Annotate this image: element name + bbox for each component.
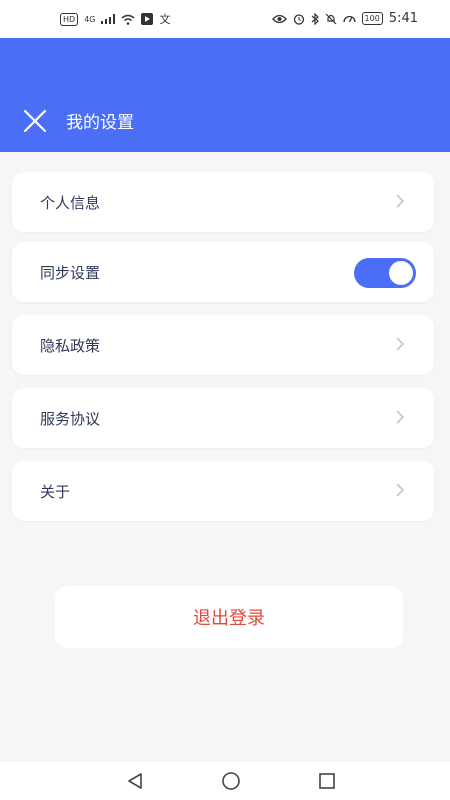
logout-button[interactable]: 退出登录 [55, 586, 403, 648]
signal-icon [101, 14, 116, 24]
close-button[interactable] [20, 106, 50, 136]
settings-item-label: 关于 [40, 483, 71, 501]
battery-icon: 100 [361, 12, 383, 25]
mute-bell-icon [325, 13, 336, 24]
translate-icon: 文 [159, 13, 171, 26]
status-left: HD 4G 文 [60, 11, 170, 27]
settings-item-sync: 同步设置 [12, 242, 434, 302]
toggle-knob [389, 261, 413, 285]
system-nav-bar [0, 762, 450, 800]
clock: 5:41 [388, 11, 418, 26]
settings-item-label: 个人信息 [40, 194, 101, 212]
settings-item-privacy-policy[interactable]: 隐私政策 [12, 315, 434, 375]
settings-item-label: 同步设置 [40, 264, 101, 282]
chevron-right-icon [396, 194, 405, 208]
chevron-right-icon [396, 483, 405, 497]
settings-item-personal-info[interactable]: 个人信息 [12, 172, 434, 232]
app-notification-icon [141, 13, 154, 25]
close-icon [23, 109, 47, 133]
settings-item-about[interactable]: 关于 [12, 461, 434, 521]
hd-badge: HD [60, 12, 79, 26]
recents-square-icon[interactable] [316, 770, 338, 792]
chevron-right-icon [396, 410, 405, 424]
home-circle-icon[interactable] [220, 770, 242, 792]
wifi-icon [122, 14, 135, 25]
status-bar: HD 4G 文 100 5:41 [0, 0, 450, 38]
chevron-right-icon [396, 337, 405, 351]
signal-label: 4G [84, 14, 96, 24]
speed-icon [342, 15, 356, 23]
bluetooth-icon [311, 12, 319, 25]
back-triangle-icon[interactable] [124, 770, 146, 792]
alarm-icon [293, 13, 304, 25]
settings-item-label: 隐私政策 [40, 337, 101, 355]
eye-icon [271, 14, 287, 23]
page-title: 我的设置 [66, 113, 134, 133]
sync-toggle[interactable] [354, 258, 416, 288]
settings-item-service-agreement[interactable]: 服务协议 [12, 388, 434, 448]
status-right: 100 5:41 [271, 11, 418, 26]
settings-item-label: 服务协议 [40, 410, 101, 428]
